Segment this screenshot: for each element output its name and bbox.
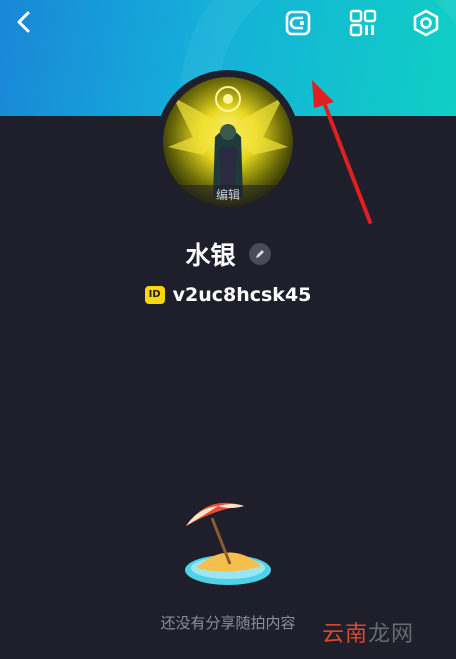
profile-name: 水银 bbox=[185, 241, 236, 270]
qr-code-button[interactable] bbox=[348, 8, 378, 38]
pencil-icon bbox=[255, 250, 264, 258]
wallet-icon bbox=[285, 10, 311, 36]
hexagon-settings-icon bbox=[413, 9, 439, 37]
avatar-edit-label[interactable]: 编辑 bbox=[163, 185, 293, 207]
edit-name-button[interactable] bbox=[248, 243, 271, 265]
beach-umbrella-icon bbox=[185, 502, 271, 585]
qr-code-icon bbox=[349, 9, 377, 37]
settings-button[interactable] bbox=[411, 8, 441, 38]
user-id: v2uc8hcsk45 bbox=[172, 284, 312, 306]
watermark: 云南龙网 bbox=[322, 616, 414, 648]
avatar[interactable]: 编辑 bbox=[163, 77, 293, 207]
watermark-part2: 龙网 bbox=[368, 622, 415, 647]
wallet-button[interactable] bbox=[283, 8, 313, 38]
name-row: 水银 bbox=[0, 236, 456, 272]
watermark-part1: 云南 bbox=[322, 622, 369, 647]
user-id-row: ID v2uc8hcsk45 bbox=[0, 284, 456, 306]
id-badge: ID bbox=[144, 286, 165, 304]
chevron-left-icon bbox=[17, 11, 30, 33]
back-button[interactable] bbox=[10, 8, 40, 38]
annotation-arrow-icon bbox=[312, 80, 372, 224]
